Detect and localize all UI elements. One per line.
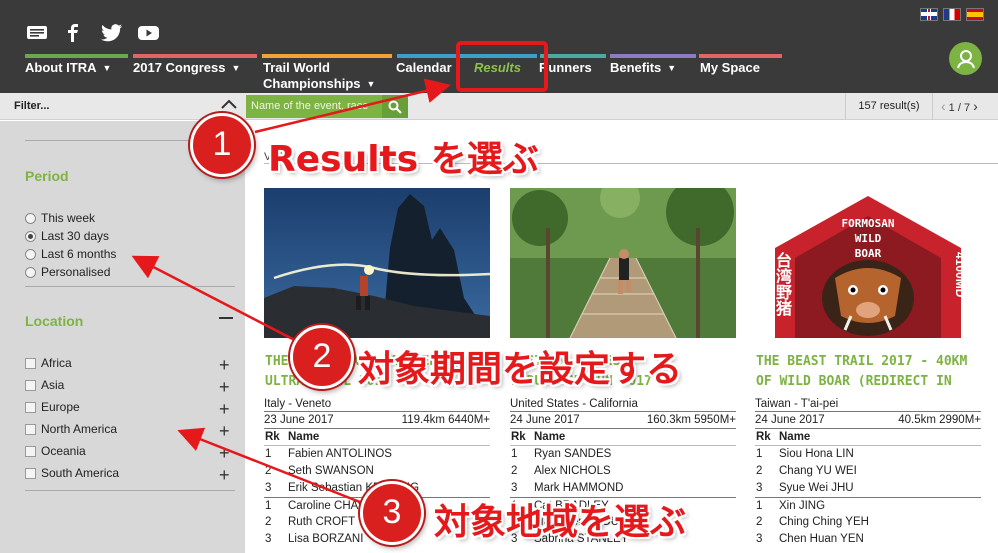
results-header: Rk Name (755, 429, 981, 446)
nav-my-space[interactable]: My Space (700, 60, 760, 76)
spanish-flag-icon[interactable] (966, 8, 984, 21)
expand-plus-icon[interactable]: + (219, 378, 230, 396)
race-location: Taiwan - T'ai-pei (755, 396, 981, 412)
location-north-america[interactable]: North America (25, 422, 117, 436)
location-title: Location (25, 313, 84, 329)
user-account-icon[interactable] (949, 42, 982, 75)
expand-plus-icon[interactable]: + (219, 422, 230, 440)
expand-plus-icon[interactable]: + (219, 356, 230, 374)
location-asia[interactable]: Asia (25, 378, 64, 392)
step-badge: 1 (190, 113, 254, 177)
race-location: Italy - Veneto (264, 396, 490, 412)
nav-color-bar (25, 54, 128, 58)
result-row[interactable]: 2 Chang YU WEI (755, 463, 981, 480)
expand-plus-icon[interactable]: + (219, 444, 230, 462)
race-card[interactable]: WESTERN STATES ENDURANCE RUN 2017 United … (510, 188, 736, 545)
results-highlight-box (456, 41, 548, 92)
nav-color-bar (699, 54, 782, 58)
twitter-icon[interactable] (101, 24, 123, 42)
race-date-distance: 24 June 2017 40.5km 2990M+ (755, 412, 981, 429)
filter-sidebar: Period This week Last 30 days Last 6 mon… (0, 121, 245, 553)
location-europe[interactable]: Europe (25, 400, 80, 414)
facebook-icon[interactable] (67, 24, 79, 42)
checkbox[interactable] (25, 467, 36, 479)
checkbox[interactable] (25, 379, 36, 391)
divider (25, 490, 235, 491)
event-search-input[interactable] (246, 95, 382, 118)
nav-color-bar (610, 54, 696, 58)
step-callout: Results を選ぶ (268, 139, 539, 180)
filter-label: Filter... (14, 100, 50, 112)
race-date-distance: 24 June 2017 160.3km 5950M+ (510, 412, 736, 429)
location-south-america[interactable]: South America (25, 466, 119, 480)
period-option-last-6-months[interactable]: Last 6 months (25, 247, 116, 261)
results-main: V 17 THE NORTH FACE LAVAREDOULTRA TRAIL … (245, 121, 998, 553)
race-photo[interactable] (264, 188, 490, 338)
results-header: Rk Name (510, 429, 736, 446)
search-icon[interactable] (382, 95, 408, 118)
period-title: Period (25, 168, 69, 184)
page-indicator: 1 / 7 (948, 102, 971, 114)
location-oceania[interactable]: Oceania (25, 444, 86, 458)
checkbox[interactable] (25, 401, 36, 413)
expand-plus-icon[interactable]: + (219, 400, 230, 418)
result-row[interactable]: 1 Ryan SANDES (510, 446, 736, 463)
step-badge: 3 (360, 481, 424, 545)
radio-button-selected[interactable] (25, 230, 36, 242)
step-badge: 2 (290, 325, 354, 389)
divider (25, 286, 235, 287)
next-page-icon[interactable]: › (973, 98, 978, 114)
checkbox[interactable] (25, 423, 36, 435)
nav-color-bar (540, 54, 606, 58)
race-card[interactable]: FORMOSAN WILD BOAR 台湾野猪 4100MD THE BEAST T… (755, 188, 981, 545)
result-row[interactable]: 1 Fabien ANTOLINOS (264, 446, 490, 463)
result-count: 157 result(s) (845, 93, 933, 120)
race-date-distance: 23 June 2017 119.4km 6440M+ (264, 412, 490, 429)
race-photo[interactable] (510, 188, 736, 338)
nav-about-itra[interactable]: About ITRA ▼ (25, 60, 111, 76)
radio-button[interactable] (25, 248, 36, 260)
nav-calendar[interactable]: Calendar (396, 60, 452, 76)
blog-icon[interactable] (26, 24, 50, 42)
poster-vertical-number: 4100MD (953, 252, 967, 298)
period-option-personalised[interactable]: Personalised (25, 265, 110, 279)
expand-plus-icon[interactable]: + (219, 466, 230, 484)
race-title[interactable]: THE BEAST TRAIL 2017 - 40KM OF WILD BOAR … (756, 352, 982, 392)
radio-button[interactable] (25, 266, 36, 278)
result-row[interactable]: 3 Syue Wei JHU (755, 480, 981, 497)
pagination: ‹ 1 / 7 › (938, 93, 981, 120)
radio-button[interactable] (25, 212, 36, 224)
race-card[interactable]: THE NORTH FACE LAVAREDOULTRA TRAIL 2017 … (264, 188, 490, 545)
prev-page-icon[interactable]: ‹ (941, 98, 946, 114)
poster-vertical-text: 台湾野猪 (773, 252, 790, 316)
result-row[interactable]: 3 Chen Huan YEN (755, 531, 981, 548)
result-row[interactable]: 1 Xin JING (755, 497, 981, 514)
youtube-icon[interactable] (138, 24, 160, 42)
nav-2017-congress[interactable]: 2017 Congress ▼ (133, 60, 240, 76)
checkbox[interactable] (25, 445, 36, 457)
location-collapse-icon[interactable] (219, 317, 233, 319)
nav-color-bar (262, 54, 392, 58)
result-row[interactable]: 1 Siou Hona LIN (755, 446, 981, 463)
step-callout: 対象期間を設定する (358, 349, 683, 390)
result-row[interactable]: 2 Alex NICHOLS (510, 463, 736, 480)
filter-bar: Filter... 157 result(s) ‹1 / 7› (0, 93, 998, 120)
step-callout: 対象地域を選ぶ (434, 502, 687, 543)
english-flag-icon[interactable] (920, 8, 938, 21)
race-poster[interactable]: FORMOSAN WILD BOAR 台湾野猪 4100MD (755, 188, 981, 338)
nav-benefits[interactable]: Benefits ▼ (610, 60, 676, 76)
result-row[interactable]: 2 Ching Ching YEH (755, 514, 981, 531)
nav-color-bar (133, 54, 257, 58)
location-africa[interactable]: Africa (25, 356, 72, 370)
french-flag-icon[interactable] (943, 8, 961, 21)
result-row[interactable]: 2 Seth SWANSON (264, 463, 490, 480)
nav-trail-world-championships[interactable]: Trail World Championships ▼ (263, 60, 375, 92)
checkbox[interactable] (25, 357, 36, 369)
results-header: Rk Name (264, 429, 490, 446)
race-location: United States - California (510, 396, 736, 412)
collapse-arrow-icon[interactable] (220, 98, 238, 112)
period-option-last-30-days[interactable]: Last 30 days (25, 229, 109, 243)
period-option-this-week[interactable]: This week (25, 211, 95, 225)
